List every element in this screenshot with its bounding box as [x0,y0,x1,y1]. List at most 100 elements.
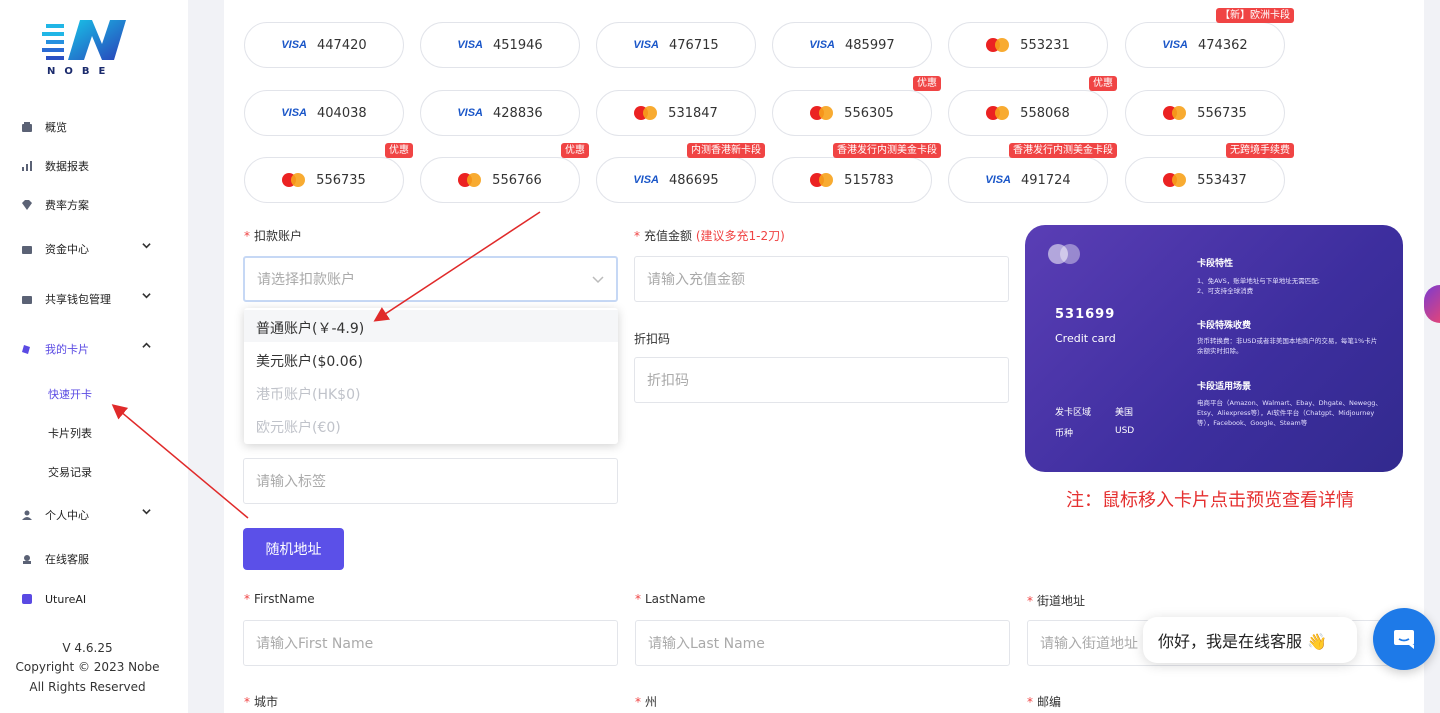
bin-option-553231[interactable]: 553231 [948,22,1108,68]
bin-option-476715[interactable]: VISA 476715 [596,22,756,68]
bin-option-447420[interactable]: VISA 447420 [244,22,404,68]
street-label: * 街道地址 [1027,594,1086,608]
logo-text: NOBE [47,66,115,77]
visa-logo-icon: VISA [633,174,660,186]
sidebar-item-label: 数据报表 [45,160,89,173]
bin-option-451946[interactable]: VISA 451946 [420,22,580,68]
debit-account-placeholder: 请选择扣款账户 [257,272,355,288]
bin-number: 404038 [317,105,367,121]
visa-logo-icon: VISA [1162,39,1189,51]
user-icon [22,510,32,520]
mastercard-logo-icon [1163,173,1187,187]
side-float-tab[interactable] [1424,285,1440,323]
bin-option-556766[interactable]: 556766 [420,157,580,203]
visa-logo-icon: VISA [281,107,308,119]
mastercard-logo-icon [986,38,1010,52]
visa-logo-icon: VISA [457,39,484,51]
dropdown-option-cny[interactable]: 普通账户(￥-4.9) [256,318,364,338]
lastname-label: * LastName [635,592,706,606]
support-icon [23,555,31,564]
dropdown-option-eur[interactable]: 欧元账户(€0) [256,417,341,437]
bin-option-404038[interactable]: VISA 404038 [244,90,404,136]
sidebar-item-label: 共享钱包管理 [45,293,111,306]
bin-option-556735[interactable]: 556735 [244,157,404,203]
chat-launcher-button[interactable] [1373,608,1435,670]
sidebar-item-overview[interactable]: 概览 [22,117,67,137]
city-label: * 城市 [244,695,279,709]
chevron-down-icon [142,509,151,515]
bin-number: 531847 [668,105,718,121]
version-text: V 4.6.25 [62,641,113,655]
share-wallet-icon [22,296,32,304]
bin-number: 558068 [1020,105,1070,121]
recharge-label: * 充值金额 (建议多充1-2刀) [634,229,785,243]
bin-option-515783[interactable]: 515783 [772,157,932,203]
sidebar-item-reports[interactable]: 数据报表 [22,156,89,176]
visa-logo-icon: VISA [281,39,308,51]
tag-input[interactable]: 请输入标签 [243,458,618,504]
sidebar-item-label: UtureAI [45,592,87,606]
debit-account-select[interactable]: 请选择扣款账户 [243,256,618,302]
visa-logo-icon: VISA [809,39,836,51]
dropdown-option-usd[interactable]: 美元账户($0.06) [256,351,363,371]
bin-option-531847[interactable]: 531847 [596,90,756,136]
ai-icon [22,594,32,604]
bin-badge: 优惠 [913,76,941,91]
mastercard-logo-icon [458,173,482,187]
scenes-title: 卡段适用场景 [1197,382,1252,392]
mastercard-logo-icon [282,173,306,187]
chat-greeting-bubble[interactable]: 你好，我是在线客服 👋 [1143,617,1357,663]
bin-number: 474362 [1198,37,1248,53]
random-address-button[interactable]: 随机地址 [243,528,344,570]
sidebar-item-label: 资金中心 [45,243,89,256]
sidebar-subitem-quick-open[interactable]: 快速开卡 [48,386,92,402]
bin-option-556735[interactable]: 556735 [1125,90,1285,136]
recharge-amount-input[interactable]: 请输入充值金额 [634,256,1009,302]
bin-option-486695[interactable]: VISA 486695 [596,157,756,203]
dropdown-option-hkd[interactable]: 港币账户(HK$0) [256,384,360,404]
bin-number: 556735 [1197,105,1247,121]
mastercard-logo-icon [810,173,834,187]
sidebar: NOBE 概览 数据报表 费率方案 资金中心 共享钱包管理 我的卡片 快速开卡 … [0,0,188,713]
bin-option-556305[interactable]: 556305 [772,90,932,136]
bin-option-491724[interactable]: VISA 491724 [948,157,1108,203]
sidebar-item-utureai[interactable]: UtureAI [22,589,86,609]
visa-logo-icon: VISA [633,39,660,51]
fees-text: 货币转换费：非USD或者非美国本地商户的交易，每笔1%卡片余额实时扣除。 [1197,337,1378,355]
bin-option-553437[interactable]: 553437 [1125,157,1285,203]
sidebar-item-support[interactable]: 在线客服 [22,549,89,569]
sidebar-item-shared-wallet[interactable]: 共享钱包管理 [22,289,151,309]
bin-number: 485997 [845,37,895,53]
zip-label: * 邮编 [1027,695,1062,709]
sidebar-item-funds[interactable]: 资金中心 [22,239,151,259]
sidebar-subitem-transactions[interactable]: 交易记录 [48,464,92,480]
sidebar-item-profile[interactable]: 个人中心 [22,505,151,525]
mastercard-logo-icon [810,106,834,120]
chevron-down-icon [142,243,151,249]
sidebar-item-my-cards[interactable]: 我的卡片 [22,339,151,359]
bin-option-485997[interactable]: VISA 485997 [772,22,932,68]
bin-number: 556735 [316,172,366,188]
rights-text: All Rights Reserved [29,680,146,694]
firstname-input[interactable]: 请输入First Name [243,620,618,666]
discount-code-input[interactable]: 折扣码 [634,357,1009,403]
features-title: 卡段特性 [1197,259,1234,269]
visa-logo-icon: VISA [457,107,484,119]
diamond-icon [22,200,32,210]
scenes-text: 电商平台（Amazon、Walmart、Ebay、Dhgate、Newegg、E… [1197,399,1382,427]
copyright-text: Copyright © 2023 Nobe [15,660,160,674]
bin-badge: 无跨境手续费 [1226,143,1294,158]
chevron-up-icon [142,342,151,348]
bin-option-474362[interactable]: VISA 474362 [1125,22,1285,68]
bin-option-558068[interactable]: 558068 [948,90,1108,136]
mastercard-logo-icon [1163,106,1187,120]
card-preview[interactable]: 531699 Credit card 发卡区域 美国 币种 USD 卡段特性 1… [1025,225,1403,472]
bin-number: 447420 [317,37,367,53]
sidebar-item-rates[interactable]: 费率方案 [22,195,89,215]
bin-option-428836[interactable]: VISA 428836 [420,90,580,136]
bin-badge: 优惠 [561,143,589,158]
sidebar-subitem-card-list[interactable]: 卡片列表 [48,425,92,441]
fees-title: 卡段特殊收费 [1197,321,1252,331]
bin-badge: 香港发行内测美金卡段 [1009,143,1117,158]
lastname-input[interactable]: 请输入Last Name [635,620,1010,666]
